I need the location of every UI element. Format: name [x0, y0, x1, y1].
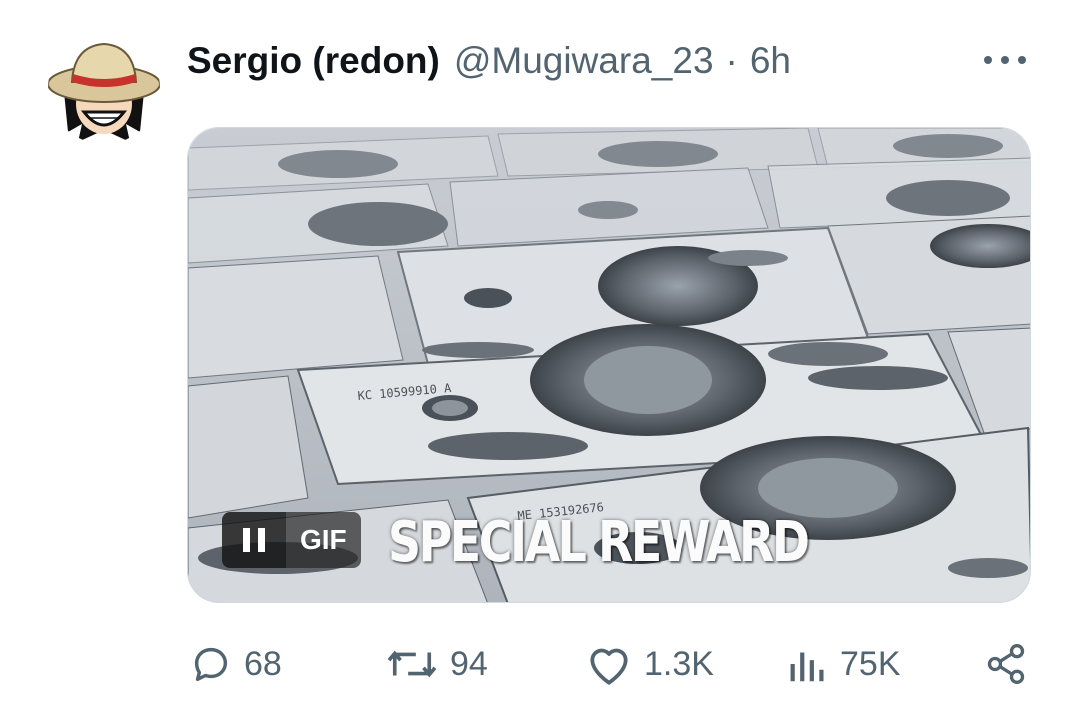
more-dot-icon	[984, 56, 992, 64]
share-button[interactable]	[984, 634, 1028, 694]
views-button[interactable]: 75K	[786, 634, 901, 694]
more-dot-icon	[1001, 56, 1009, 64]
reply-count: 68	[244, 644, 282, 683]
views-icon	[790, 652, 824, 682]
author-handle[interactable]: @Mugiwara_23	[454, 40, 714, 82]
reply-icon	[194, 647, 228, 682]
pause-button[interactable]	[222, 512, 286, 568]
like-button[interactable]: 1.3K	[584, 634, 714, 694]
separator-dot: ·	[725, 40, 738, 81]
share-icon	[987, 644, 1025, 684]
gif-badge: GIF	[286, 512, 361, 568]
action-bar: 68 94 1.3K 75K	[0, 634, 1080, 694]
pause-icon	[258, 528, 265, 552]
author-name[interactable]: Sergio (redon)	[187, 40, 440, 82]
repost-button[interactable]: 94	[384, 634, 488, 694]
post-timestamp[interactable]: 6h	[750, 40, 791, 82]
gif-caption: SPECIAL REWARD	[388, 510, 810, 575]
more-options-button[interactable]	[984, 50, 1026, 70]
pause-icon	[243, 528, 250, 552]
like-icon	[590, 648, 628, 685]
like-count: 1.3K	[644, 644, 714, 683]
more-dot-icon	[1018, 56, 1026, 64]
repost-icon	[387, 650, 437, 678]
gif-controls: GIF	[222, 512, 361, 568]
avatar[interactable]	[48, 32, 160, 144]
repost-count: 94	[450, 644, 488, 683]
straw-hat-avatar-image	[48, 32, 160, 144]
reply-button[interactable]: 68	[188, 634, 282, 694]
views-count: 75K	[840, 644, 901, 683]
post-header: Sergio (redon) @Mugiwara_23 · 6h	[187, 36, 791, 86]
